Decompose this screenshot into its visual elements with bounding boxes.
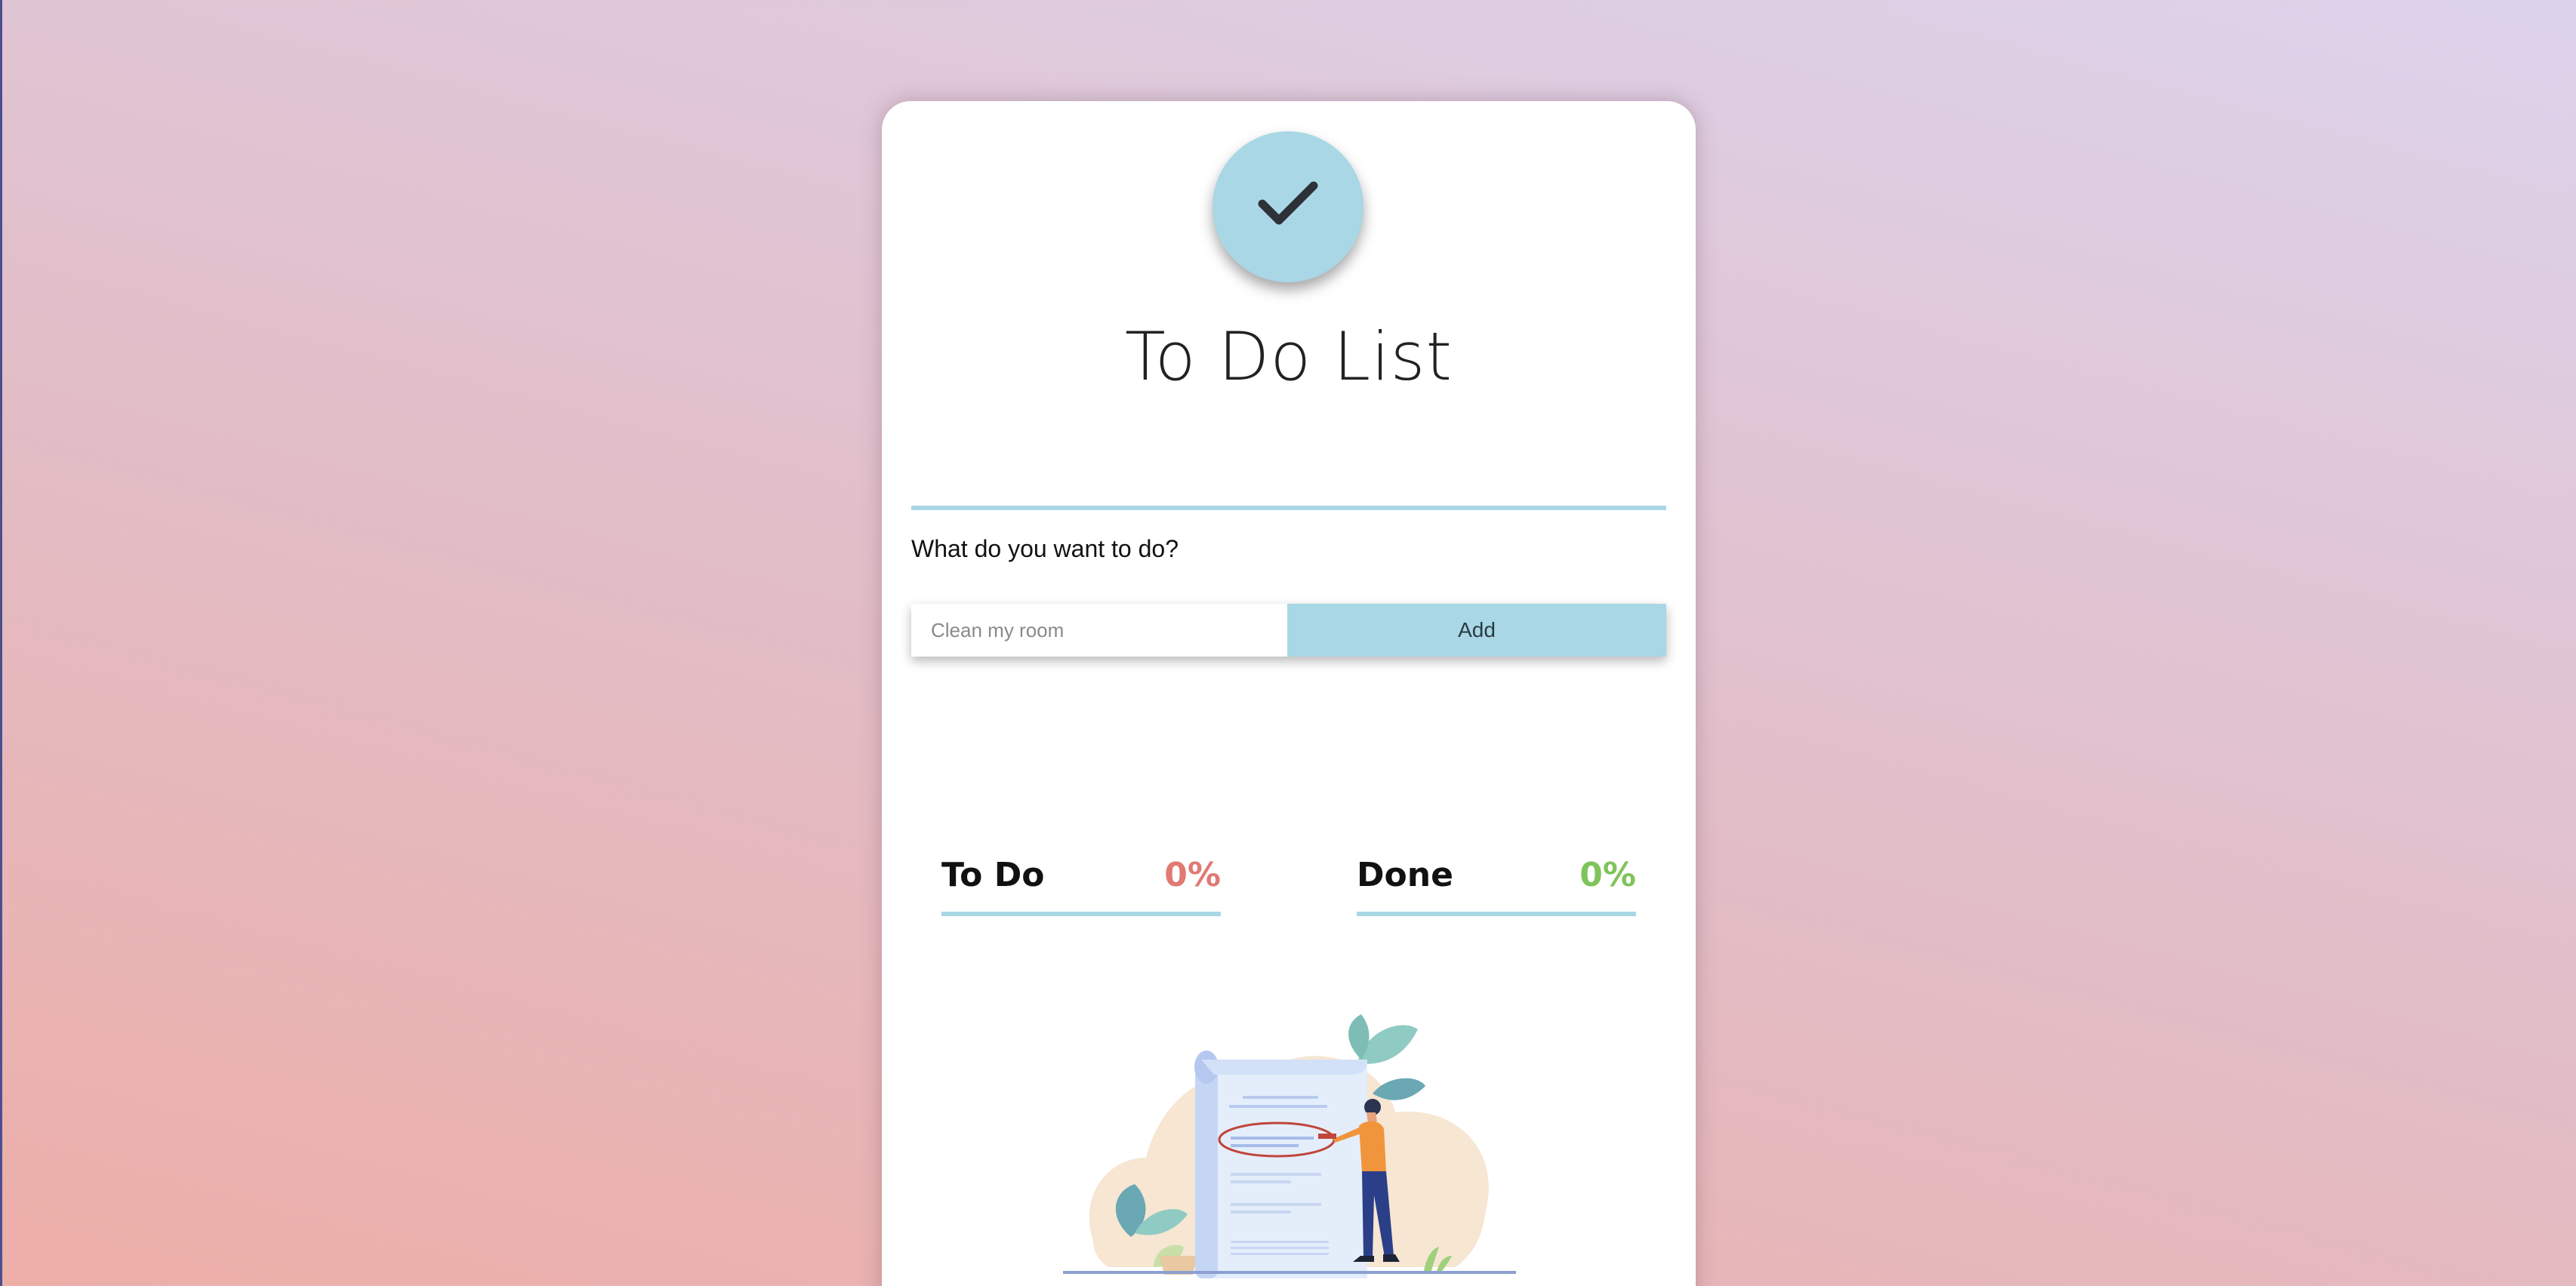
todo-percent: 0% <box>1164 856 1221 894</box>
checkmark-badge <box>1213 131 1363 282</box>
divider <box>911 506 1666 510</box>
checkmark-icon <box>1258 181 1318 225</box>
todo-label: To Do <box>941 856 1045 894</box>
add-task-form: Add <box>911 604 1666 657</box>
task-prompt-label: What do you want to do? <box>911 535 1179 562</box>
done-stat: Done 0% <box>1357 856 1636 916</box>
task-input[interactable] <box>911 604 1287 657</box>
todo-stat: To Do 0% <box>941 856 1221 916</box>
done-percent: 0% <box>1579 856 1636 894</box>
window-edge <box>0 0 2 1286</box>
add-button[interactable]: Add <box>1287 604 1666 657</box>
done-label: Done <box>1357 856 1453 894</box>
todo-card: To Do List What do you want to do? Add T… <box>882 101 1696 1286</box>
person-with-checklist-illustration <box>1063 1014 1516 1278</box>
page-title: To Do List <box>1124 318 1453 395</box>
